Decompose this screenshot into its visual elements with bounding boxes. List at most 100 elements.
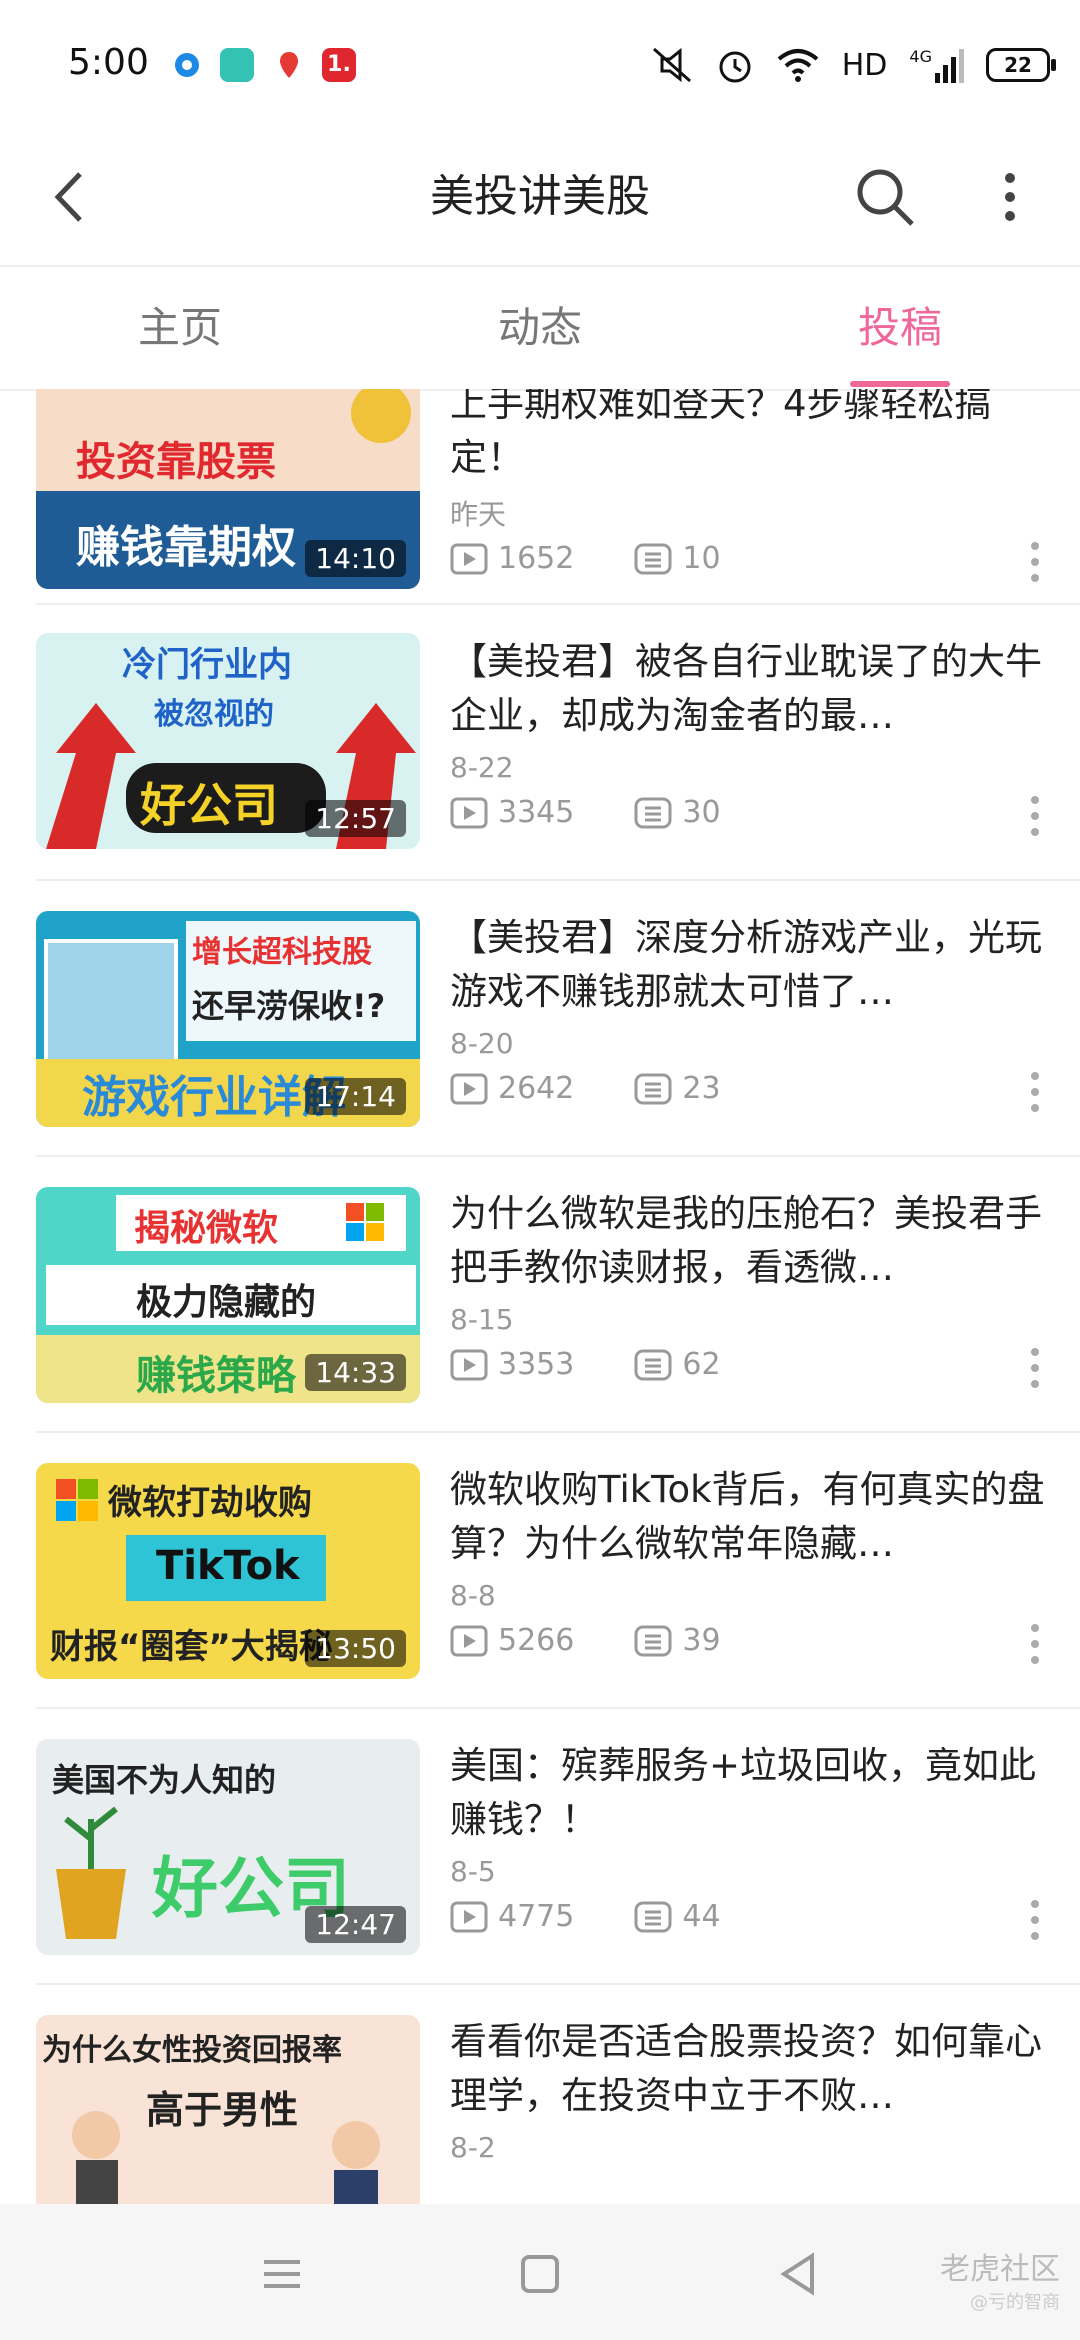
active-tab-indicator xyxy=(850,381,950,387)
play-count: 2642 xyxy=(450,1071,574,1106)
wifi-icon xyxy=(777,49,819,82)
video-duration: 17:14 xyxy=(305,1078,406,1115)
more-vertical-icon[interactable] xyxy=(1020,1343,1050,1393)
video-item[interactable]: 投资靠股票 赚钱靠期权 14:10 上手期权难如登天？4步骤轻松搞定！ 昨天 1… xyxy=(0,389,1080,605)
tab-home[interactable]: 主页 xyxy=(0,267,360,389)
video-thumbnail[interactable]: 揭秘微软 极力隐藏的 赚钱策略 14:33 xyxy=(36,1187,420,1403)
video-title[interactable]: 看看你是否适合股票投资？如何靠心理学，在投资中立于不败… xyxy=(450,2015,1050,2123)
search-icon xyxy=(857,169,914,226)
video-thumbnail[interactable]: 增长超科技股 还早涝保收!? 游戏行业详解 17:14 xyxy=(36,911,420,1127)
comment-count-icon xyxy=(634,1901,672,1932)
video-date: 8-22 xyxy=(450,751,514,784)
alarm-icon xyxy=(719,51,751,83)
more-options-button[interactable] xyxy=(990,152,1030,242)
video-thumbnail[interactable]: 为什么女性投资回报率 高于男性 xyxy=(36,2015,420,2204)
more-vertical-icon[interactable] xyxy=(1020,537,1050,587)
comment-count: 10 xyxy=(634,541,721,576)
more-vertical-icon[interactable] xyxy=(1020,1619,1050,1669)
video-thumbnail[interactable]: 冷门行业内 被忽视的 好公司 12:57 xyxy=(36,633,420,849)
video-item[interactable]: 增长超科技股 还早涝保收!? 游戏行业详解 17:14 【美投君】深度分析游戏产… xyxy=(0,881,1080,1157)
thumbnail-text: 高于男性 xyxy=(146,2088,299,2132)
video-item[interactable]: 揭秘微软 极力隐藏的 赚钱策略 14:33 为什么微软是我的压舱石？美投君手把手… xyxy=(0,1157,1080,1433)
comment-count-icon xyxy=(634,797,672,828)
video-stats: 4775 44 xyxy=(450,1899,721,1934)
notification-icon: 1. xyxy=(322,48,356,82)
video-thumbnail[interactable]: 投资靠股票 赚钱靠期权 14:10 xyxy=(36,389,420,589)
video-stats: 3345 30 xyxy=(450,795,721,830)
comment-count-icon xyxy=(634,1349,672,1380)
video-duration: 14:10 xyxy=(305,540,406,577)
home-square-icon[interactable] xyxy=(510,2244,570,2304)
notification-icon xyxy=(170,48,204,82)
comment-count-icon xyxy=(634,543,672,574)
video-title[interactable]: 【美投君】被各自行业耽误了的大牛企业，却成为淘金者的最… xyxy=(450,635,1050,743)
thumbnail-text: 极力隐藏的 xyxy=(136,1282,317,1323)
status-bar: 5:00 1. HD 4G 22 xyxy=(0,0,1080,130)
more-vertical-icon[interactable] xyxy=(1020,791,1050,841)
thumbnail-text: 投资靠股票 xyxy=(76,439,276,485)
notification-icon xyxy=(272,48,306,82)
play-count-value: 3345 xyxy=(498,795,575,830)
play-count-icon xyxy=(450,1073,488,1104)
video-item[interactable]: 美国不为人知的 好公司 12:47 美国：殡葬服务+垃圾回收，竟如此赚钱？！ 8… xyxy=(0,1709,1080,1985)
play-count-icon xyxy=(450,543,488,574)
video-thumbnail[interactable]: 美国不为人知的 好公司 12:47 xyxy=(36,1739,420,1955)
play-count: 3353 xyxy=(450,1347,574,1382)
video-duration: 13:50 xyxy=(305,1630,406,1667)
video-title[interactable]: 微软收购TikTok背后，有何真实的盘算？为什么微软常年隐藏… xyxy=(450,1463,1050,1571)
comment-count-icon xyxy=(634,1625,672,1656)
menu-icon[interactable] xyxy=(252,2244,312,2304)
play-count-value: 5266 xyxy=(498,1623,575,1658)
comment-count-icon xyxy=(634,1073,672,1104)
video-title[interactable]: 上手期权难如登天？4步骤轻松搞定！ xyxy=(450,389,1050,485)
search-button[interactable] xyxy=(850,152,920,242)
video-item[interactable]: 冷门行业内 被忽视的 好公司 12:57 【美投君】被各自行业耽误了的大牛企业，… xyxy=(0,605,1080,881)
thumbnail-text: 赚钱策略 xyxy=(136,1353,296,1399)
video-stats: 2642 23 xyxy=(450,1071,721,1106)
play-count: 1652 xyxy=(450,541,574,576)
tab-activity[interactable]: 动态 xyxy=(360,267,720,389)
more-vertical-icon[interactable] xyxy=(1020,1067,1050,1117)
video-title[interactable]: 为什么微软是我的压舱石？美投君手把手教你读财报，看透微… xyxy=(450,1187,1050,1295)
comment-count: 44 xyxy=(634,1899,721,1934)
video-list[interactable]: 投资靠股票 赚钱靠期权 14:10 上手期权难如登天？4步骤轻松搞定！ 昨天 1… xyxy=(0,389,1080,2204)
system-nav-bar: 老虎社区 @亏的智商 xyxy=(0,2204,1080,2340)
network-type: HD xyxy=(841,47,888,83)
tab-submissions[interactable]: 投稿 xyxy=(720,267,1080,389)
mute-icon xyxy=(652,47,691,83)
video-duration: 12:47 xyxy=(305,1906,406,1943)
video-date: 昨天 xyxy=(450,498,507,531)
video-date: 8-15 xyxy=(450,1303,514,1336)
more-vertical-icon xyxy=(1005,173,1015,221)
video-title[interactable]: 美国：殡葬服务+垃圾回收，竟如此赚钱？！ xyxy=(450,1739,1050,1847)
comment-count: 30 xyxy=(634,795,721,830)
video-item[interactable]: 微软打劫收购 TikTok 财报“圈套”大揭秘 13:50 微软收购TikTok… xyxy=(0,1433,1080,1709)
watermark-text: 老虎社区 xyxy=(940,2252,1060,2287)
play-count-value: 1652 xyxy=(498,541,575,576)
comment-count: 39 xyxy=(634,1623,721,1658)
video-thumbnail[interactable]: 微软打劫收购 TikTok 财报“圈套”大揭秘 13:50 xyxy=(36,1463,420,1679)
thumbnail-text: 美国不为人知的 xyxy=(52,1761,277,1799)
video-stats: 3353 62 xyxy=(450,1347,721,1382)
video-date: 8-20 xyxy=(450,1027,514,1060)
signal-icon: 4G xyxy=(909,47,964,83)
play-count-icon xyxy=(450,797,488,828)
more-vertical-icon[interactable] xyxy=(1020,1895,1050,1945)
watermark-sub: @亏的智商 xyxy=(970,2292,1060,2313)
video-item[interactable]: 为什么女性投资回报率 高于男性 看看你是否适合股票投资？如何靠心理学，在投资中立… xyxy=(0,1985,1080,2204)
watermark: 老虎社区 @亏的智商 xyxy=(940,2244,1060,2314)
back-triangle-icon[interactable] xyxy=(768,2244,828,2304)
play-count-icon xyxy=(450,1901,488,1932)
comment-count: 23 xyxy=(634,1071,721,1106)
comment-count-value: 10 xyxy=(682,541,721,576)
comment-count-value: 62 xyxy=(682,1347,721,1382)
thumbnail-text: 赚钱靠期权 xyxy=(76,522,296,573)
battery-indicator: 22 xyxy=(986,48,1056,82)
play-count-value: 4775 xyxy=(498,1899,575,1934)
comment-count: 62 xyxy=(634,1347,721,1382)
comment-count-value: 39 xyxy=(682,1623,721,1658)
play-count-icon xyxy=(450,1625,488,1656)
status-time: 5:00 xyxy=(68,42,149,83)
video-title[interactable]: 【美投君】深度分析游戏产业，光玩游戏不赚钱那就太可惜了… xyxy=(450,911,1050,1019)
video-duration: 12:57 xyxy=(305,800,406,837)
